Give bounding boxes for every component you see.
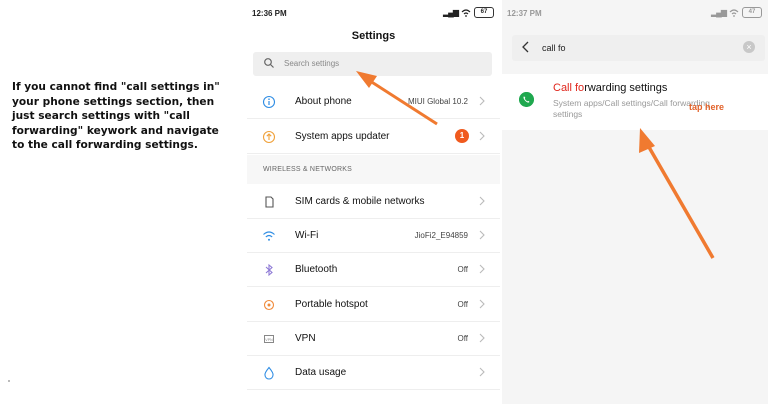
row-label: Wi-Fi <box>295 230 319 241</box>
settings-screen: 12:36 PM ▂▄▆ 67 Settings Search settings… <box>247 0 500 404</box>
row-label: SIM cards & mobile networks <box>295 196 425 207</box>
settings-row-data-usage[interactable]: Data usage <box>247 355 500 390</box>
row-value: JioFi2_E94859 <box>414 231 468 240</box>
settings-row-about-phone[interactable]: About phone MIUI Global 10.2 <box>247 84 500 119</box>
row-label: VPN <box>295 333 316 344</box>
vpn-icon: VPN <box>264 335 274 343</box>
bluetooth-icon <box>265 263 273 277</box>
section-header-wireless: WIRELESS & NETWORKS <box>247 155 500 184</box>
chevron-right-icon <box>479 96 485 106</box>
search-settings-input[interactable]: Search settings <box>253 52 492 76</box>
signal-icon: ▂▄▆ <box>711 8 727 17</box>
row-value: Off <box>457 265 468 274</box>
row-label: System apps updater <box>295 131 390 142</box>
chevron-right-icon <box>479 196 485 206</box>
upload-icon <box>262 130 276 144</box>
chevron-right-icon <box>479 367 485 377</box>
search-query: call fo <box>542 43 566 53</box>
battery-icon: 47 <box>742 7 762 18</box>
search-input[interactable]: call fo × <box>512 35 765 61</box>
page-title: Settings <box>351 30 396 42</box>
section-header-label: WIRELESS & NETWORKS <box>263 166 352 173</box>
settings-row-sim-cards[interactable]: SIM cards & mobile networks <box>247 184 500 219</box>
instruction-line: If you cannot find "call settings in" <box>12 81 220 93</box>
battery-icon: 67 <box>474 7 494 18</box>
status-icons: ▂▄▆ 47 <box>711 7 762 18</box>
instruction-text: If you cannot find "call settings in" yo… <box>12 80 244 153</box>
clear-icon[interactable]: × <box>743 41 755 53</box>
instruction-line: your phone settings section, then <box>12 95 215 108</box>
wifi-status-icon <box>461 8 471 17</box>
instruction-line: to the call forwarding settings. <box>12 139 198 151</box>
chevron-right-icon <box>479 299 485 309</box>
chevron-right-icon <box>479 333 485 343</box>
settings-row-system-apps-updater[interactable]: System apps updater 1 <box>247 119 500 154</box>
data-drop-icon <box>264 366 274 380</box>
chevron-right-icon <box>479 264 485 274</box>
back-arrow-icon[interactable] <box>520 40 532 54</box>
update-count-badge: 1 <box>455 129 469 143</box>
svg-text:VPN: VPN <box>265 338 273 342</box>
status-icons: ▂▄▆ 67 <box>443 7 494 18</box>
result-title-rest: rwarding settings <box>584 82 668 94</box>
info-icon <box>262 95 276 109</box>
row-label: Portable hotspot <box>295 299 368 310</box>
wifi-status-icon <box>729 8 739 17</box>
result-title-highlight: Call fo <box>553 82 585 94</box>
phone-icon <box>519 92 534 107</box>
row-label: Bluetooth <box>295 264 338 275</box>
wifi-icon <box>263 231 275 241</box>
decorative-dot <box>8 380 10 382</box>
sim-icon <box>265 196 274 208</box>
row-value: MIUI Global 10.2 <box>407 97 468 106</box>
signal-icon: ▂▄▆ <box>443 8 459 17</box>
instruction-line: forwarding" keywork and navigate <box>12 124 219 137</box>
search-placeholder: Search settings <box>284 59 340 68</box>
row-label: About phone <box>295 96 352 107</box>
tap-here-annotation: tap here <box>689 102 725 112</box>
settings-row-wifi[interactable]: Wi-Fi JioFi2_E94859 <box>247 218 500 253</box>
result-call-forwarding-settings[interactable]: Call forwarding settings System apps/Cal… <box>502 74 768 130</box>
search-icon <box>264 58 274 68</box>
result-title: Call forwarding settings <box>553 82 667 94</box>
row-value: Off <box>457 300 468 309</box>
hotspot-icon <box>263 299 275 311</box>
row-value: Off <box>457 334 468 343</box>
chevron-right-icon <box>479 230 485 240</box>
search-results-screen: 12:37 PM ▂▄▆ 47 call fo × Call forwardin… <box>502 0 768 404</box>
settings-row-bluetooth[interactable]: Bluetooth Off <box>247 252 500 287</box>
settings-row-portable-hotspot[interactable]: Portable hotspot Off <box>247 287 500 322</box>
instruction-line: just search settings with "call <box>12 110 190 122</box>
row-label: Data usage <box>295 367 347 378</box>
settings-row-vpn[interactable]: VPN VPN Off <box>247 321 500 356</box>
status-time: 12:36 PM <box>252 9 287 18</box>
status-bar: 12:36 PM ▂▄▆ 67 <box>247 0 500 24</box>
status-time: 12:37 PM <box>507 9 542 18</box>
chevron-right-icon <box>479 131 485 141</box>
status-bar: 12:37 PM ▂▄▆ 47 <box>502 0 768 24</box>
